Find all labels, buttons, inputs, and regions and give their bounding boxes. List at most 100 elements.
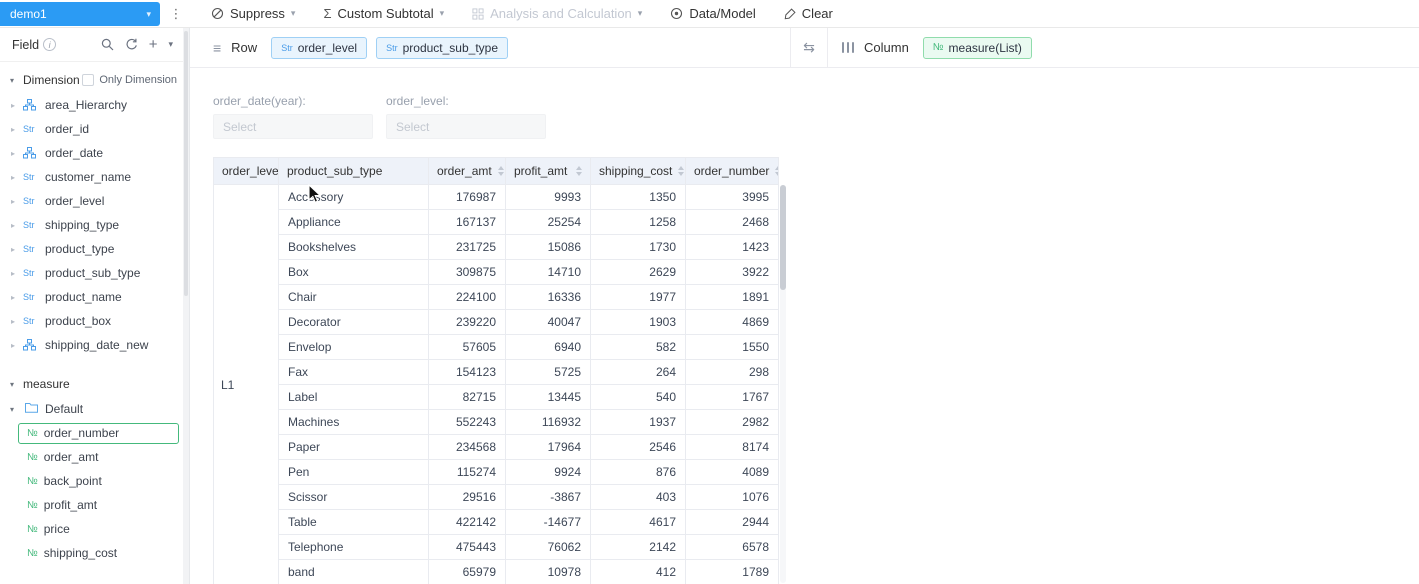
cell-profit_amt[interactable]: 76062 bbox=[505, 534, 591, 560]
group-cell-order-level[interactable]: L1 bbox=[213, 184, 279, 584]
toolbar-item-custom-subtotal[interactable]: Σ Custom Subtotal ▾ bbox=[309, 0, 458, 27]
column-header-product_sub_type[interactable]: product_sub_type bbox=[278, 157, 429, 185]
dimension-field-product_name[interactable]: ▸ Str product_name bbox=[0, 285, 189, 309]
filter-select-order-level[interactable]: Select bbox=[386, 114, 546, 139]
swap-axes-button[interactable]: ⇆ bbox=[790, 28, 828, 67]
shelf-pill-measure(List)[interactable]: № measure(List) bbox=[922, 36, 1032, 59]
cell-profit_amt[interactable]: 9993 bbox=[505, 184, 591, 210]
cell-order_number[interactable]: 4089 bbox=[685, 459, 779, 485]
dimension-field-order_id[interactable]: ▸ Str order_id bbox=[0, 117, 189, 141]
toolbar-item-data-model[interactable]: Data/Model bbox=[656, 0, 769, 27]
expand-arrow-icon[interactable]: ▸ bbox=[8, 293, 18, 302]
expand-arrow-icon[interactable]: ▸ bbox=[8, 125, 18, 134]
cell-order_number[interactable]: 1076 bbox=[685, 484, 779, 510]
cell-order_number[interactable]: 2982 bbox=[685, 409, 779, 435]
measure-field-profit_amt[interactable]: № profit_amt bbox=[0, 493, 189, 517]
cell-product-sub-type[interactable]: Decorator bbox=[278, 309, 429, 335]
column-header-order_level[interactable]: order_level bbox=[213, 157, 279, 185]
only-dimension-toggle[interactable]: Only Dimension bbox=[82, 74, 177, 86]
measure-field-price[interactable]: № price bbox=[0, 517, 189, 541]
sort-icon[interactable] bbox=[678, 166, 685, 176]
cell-order_amt[interactable]: 65979 bbox=[428, 559, 506, 584]
collapse-arrow-icon[interactable]: ▾ bbox=[10, 76, 23, 85]
measure-field-order_amt[interactable]: № order_amt bbox=[0, 445, 189, 469]
cell-product-sub-type[interactable]: Bookshelves bbox=[278, 234, 429, 260]
cell-profit_amt[interactable]: 13445 bbox=[505, 384, 591, 410]
more-options-icon[interactable]: ⋮ bbox=[169, 6, 183, 22]
toolbar-item-suppress[interactable]: Suppress ▾ bbox=[197, 0, 309, 27]
cell-order_amt[interactable]: 154123 bbox=[428, 359, 506, 385]
expand-arrow-icon[interactable]: ▸ bbox=[8, 221, 18, 230]
dimension-field-order_level[interactable]: ▸ Str order_level bbox=[0, 189, 189, 213]
column-header-order_number[interactable]: order_number bbox=[685, 157, 779, 185]
table-scrollbar-thumb[interactable] bbox=[780, 185, 786, 290]
cell-shipping_cost[interactable]: 1258 bbox=[590, 209, 686, 235]
cell-order_amt[interactable]: 239220 bbox=[428, 309, 506, 335]
chevron-down-icon[interactable]: ▾ bbox=[168, 39, 173, 50]
expand-arrow-icon[interactable]: ▸ bbox=[8, 269, 18, 278]
cell-profit_amt[interactable]: 25254 bbox=[505, 209, 591, 235]
cell-order_number[interactable]: 6578 bbox=[685, 534, 779, 560]
cell-shipping_cost[interactable]: 264 bbox=[590, 359, 686, 385]
cell-shipping_cost[interactable]: 2546 bbox=[590, 434, 686, 460]
filter-select-order-date-year[interactable]: Select bbox=[213, 114, 373, 139]
expand-arrow-icon[interactable]: ▸ bbox=[8, 245, 18, 254]
cell-order_number[interactable]: 1789 bbox=[685, 559, 779, 584]
cell-order_amt[interactable]: 552243 bbox=[428, 409, 506, 435]
cell-shipping_cost[interactable]: 540 bbox=[590, 384, 686, 410]
cell-order_amt[interactable]: 234568 bbox=[428, 434, 506, 460]
cell-shipping_cost[interactable]: 1730 bbox=[590, 234, 686, 260]
cell-shipping_cost[interactable]: 403 bbox=[590, 484, 686, 510]
dimension-field-order_date[interactable]: ▸ order_date bbox=[0, 141, 189, 165]
cell-order_number[interactable]: 2944 bbox=[685, 509, 779, 535]
cell-product-sub-type[interactable]: Envelop bbox=[278, 334, 429, 360]
measure-field-shipping_cost[interactable]: № shipping_cost bbox=[0, 541, 189, 565]
dimension-field-shipping_date_new[interactable]: ▸ shipping_date_new bbox=[0, 333, 189, 357]
cell-order_number[interactable]: 3922 bbox=[685, 259, 779, 285]
cell-order_amt[interactable]: 231725 bbox=[428, 234, 506, 260]
measure-field-order_number[interactable]: № order_number bbox=[0, 421, 189, 445]
cell-order_number[interactable]: 4869 bbox=[685, 309, 779, 335]
cell-profit_amt[interactable]: 10978 bbox=[505, 559, 591, 584]
cell-profit_amt[interactable]: -3867 bbox=[505, 484, 591, 510]
cell-shipping_cost[interactable]: 1937 bbox=[590, 409, 686, 435]
cell-order_number[interactable]: 2468 bbox=[685, 209, 779, 235]
cell-shipping_cost[interactable]: 1903 bbox=[590, 309, 686, 335]
sort-icon[interactable] bbox=[576, 166, 582, 176]
cell-order_amt[interactable]: 115274 bbox=[428, 459, 506, 485]
cell-shipping_cost[interactable]: 1977 bbox=[590, 284, 686, 310]
cell-order_amt[interactable]: 29516 bbox=[428, 484, 506, 510]
cell-order_number[interactable]: 1550 bbox=[685, 334, 779, 360]
cell-product-sub-type[interactable]: Pen bbox=[278, 459, 429, 485]
sort-icon[interactable] bbox=[497, 166, 504, 176]
cell-order_amt[interactable]: 176987 bbox=[428, 184, 506, 210]
table-scrollbar[interactable] bbox=[780, 185, 786, 583]
cell-shipping_cost[interactable]: 876 bbox=[590, 459, 686, 485]
cell-shipping_cost[interactable]: 1350 bbox=[590, 184, 686, 210]
cell-product-sub-type[interactable]: Paper bbox=[278, 434, 429, 460]
cell-order_amt[interactable]: 224100 bbox=[428, 284, 506, 310]
cell-profit_amt[interactable]: 15086 bbox=[505, 234, 591, 260]
expand-arrow-icon[interactable]: ▸ bbox=[8, 317, 18, 326]
cell-product-sub-type[interactable]: Label bbox=[278, 384, 429, 410]
cell-shipping_cost[interactable]: 412 bbox=[590, 559, 686, 584]
cell-order_number[interactable]: 8174 bbox=[685, 434, 779, 460]
cell-profit_amt[interactable]: 9924 bbox=[505, 459, 591, 485]
cell-order_number[interactable]: 3995 bbox=[685, 184, 779, 210]
cell-product-sub-type[interactable]: Table bbox=[278, 509, 429, 535]
sheet-selector-button[interactable]: demo1 ▾ bbox=[0, 2, 160, 26]
cell-product-sub-type[interactable]: Machines bbox=[278, 409, 429, 435]
cell-product-sub-type[interactable]: Scissor bbox=[278, 484, 429, 510]
cell-shipping_cost[interactable]: 4617 bbox=[590, 509, 686, 535]
shelf-pill-order_level[interactable]: Str order_level bbox=[271, 36, 368, 59]
cell-order_number[interactable]: 1423 bbox=[685, 234, 779, 260]
collapse-arrow-icon[interactable]: ▾ bbox=[10, 380, 23, 389]
dimension-field-customer_name[interactable]: ▸ Str customer_name bbox=[0, 165, 189, 189]
cell-order_number[interactable]: 1767 bbox=[685, 384, 779, 410]
cell-product-sub-type[interactable]: Fax bbox=[278, 359, 429, 385]
cell-product-sub-type[interactable]: Box bbox=[278, 259, 429, 285]
cell-order_amt[interactable]: 422142 bbox=[428, 509, 506, 535]
refresh-icon[interactable] bbox=[125, 38, 138, 51]
cell-order_amt[interactable]: 309875 bbox=[428, 259, 506, 285]
cell-shipping_cost[interactable]: 2142 bbox=[590, 534, 686, 560]
